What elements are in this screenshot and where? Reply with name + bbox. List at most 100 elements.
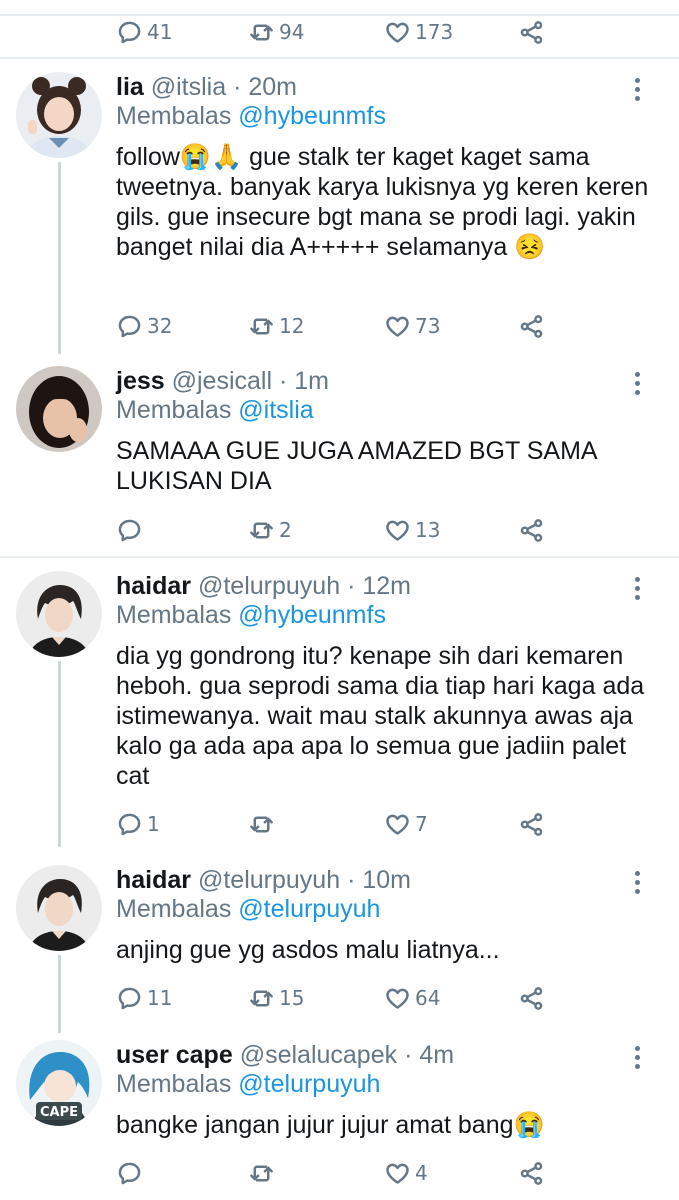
share-icon [520, 986, 543, 1010]
heart-icon [386, 316, 409, 337]
display-name[interactable]: lia [116, 73, 144, 101]
reply-tweet[interactable]: haidar @telurpuyuh · 12m Membalas @hybeu… [0, 571, 679, 847]
like-action[interactable]: 173 [384, 12, 453, 52]
reply-count: 1 [147, 812, 160, 836]
tweet-action-bar: 2 13 [0, 510, 679, 550]
user-handle[interactable]: @telurpuyuh [198, 572, 340, 600]
like-count: 4 [415, 1161, 428, 1185]
share-icon [520, 812, 543, 836]
avatar[interactable] [16, 571, 102, 657]
replying-prefix: Membalas [116, 396, 232, 424]
reply-action[interactable]: 32 [116, 306, 172, 346]
reply-tweet[interactable]: haidar @telurpuyuh · 10m Membalas @telur… [0, 865, 679, 1033]
display-name[interactable]: jess [116, 367, 165, 395]
avatar[interactable] [16, 865, 102, 951]
share-action[interactable] [518, 804, 545, 844]
tweet-header: haidar @telurpuyuh · 10m [116, 865, 411, 895]
share-icon [520, 518, 543, 542]
replying-prefix: Membalas [116, 1070, 232, 1098]
timestamp[interactable]: 4m [419, 1041, 454, 1069]
retweet-count: 2 [279, 518, 292, 542]
more-options-icon[interactable] [635, 1046, 641, 1073]
share-action[interactable] [518, 12, 545, 52]
like-action[interactable]: 7 [384, 804, 428, 844]
timestamp[interactable]: 1m [294, 367, 329, 395]
user-handle[interactable]: @selalucapek [240, 1041, 397, 1069]
tweet-header: user cape @selalucapek · 4m [116, 1040, 454, 1070]
replying-to-handle[interactable]: @itslia [238, 396, 313, 424]
reply-action[interactable]: 11 [116, 978, 172, 1018]
share-icon [520, 314, 543, 338]
reply-action[interactable]: 41 [116, 12, 172, 52]
tweet-text: follow😭🙏 gue stalk ter kaget kaget sama … [116, 143, 649, 261]
tweet-action-bar: 1 7 [0, 804, 679, 844]
heart-icon [386, 988, 409, 1009]
reply-count: 11 [147, 986, 173, 1010]
tweet-header: haidar @telurpuyuh · 12m [116, 571, 411, 601]
user-handle[interactable]: @jesicall [172, 367, 272, 395]
heart-icon [386, 520, 409, 541]
replying-to: Membalas @hybeunmfs [116, 600, 386, 630]
reply-tweet[interactable]: lia @itslia · 20m Membalas @hybeunmfs fo… [0, 72, 679, 354]
tweet-text: anjing gue yg asdos malu liatnya... [116, 936, 500, 964]
replying-to: Membalas @itslia [116, 395, 314, 425]
timestamp[interactable]: 12m [362, 572, 411, 600]
retweet-action[interactable]: 94 [248, 12, 304, 52]
share-action[interactable] [518, 510, 545, 550]
separator-dot: · [278, 367, 288, 395]
share-action[interactable] [518, 1153, 545, 1193]
like-action[interactable]: 13 [384, 510, 440, 550]
reply-action[interactable] [116, 1153, 147, 1193]
user-handle[interactable]: @itslia [151, 73, 226, 101]
retweet-action[interactable] [248, 804, 279, 844]
tweet-action-bar: 4 [0, 1153, 679, 1193]
like-action[interactable]: 4 [384, 1153, 428, 1193]
avatar[interactable]: CAPE [16, 1040, 102, 1126]
like-action[interactable]: 73 [384, 306, 440, 346]
like-action[interactable]: 64 [384, 978, 440, 1018]
replying-to-handle[interactable]: @hybeunmfs [238, 601, 386, 629]
display-name[interactable]: haidar [116, 866, 191, 894]
replying-prefix: Membalas [116, 102, 232, 130]
top-action-bar: 41 94 173 [0, 12, 679, 52]
replying-to: Membalas @hybeunmfs [116, 101, 386, 131]
more-options-icon[interactable] [635, 372, 641, 399]
tweet-header: lia @itslia · 20m [116, 72, 297, 102]
reply-action[interactable] [116, 510, 147, 550]
retweet-action[interactable]: 2 [248, 510, 292, 550]
replying-to-handle[interactable]: @telurpuyuh [238, 1070, 380, 1098]
retweet-action[interactable] [248, 1153, 279, 1193]
more-options-icon[interactable] [635, 577, 641, 604]
tweet-action-bar: 11 15 64 [0, 978, 679, 1018]
more-options-icon[interactable] [635, 78, 641, 105]
reply-tweet[interactable]: jess @jesicall · 1m Membalas @itslia SAM… [0, 366, 679, 550]
reply-icon [118, 315, 141, 337]
user-handle[interactable]: @telurpuyuh [198, 866, 340, 894]
timestamp[interactable]: 10m [362, 866, 411, 894]
replying-prefix: Membalas [116, 601, 232, 629]
like-count: 73 [415, 314, 441, 338]
avatar[interactable] [16, 366, 102, 452]
reply-tweet[interactable]: CAPE user cape @selalucapek · 4m Membala… [0, 1040, 679, 1200]
retweet-icon [250, 318, 273, 334]
reply-count: 41 [147, 20, 173, 44]
retweet-action[interactable]: 15 [248, 978, 304, 1018]
retweet-icon [250, 816, 273, 832]
share-action[interactable] [518, 306, 545, 346]
avatar[interactable] [16, 72, 102, 158]
reply-icon [118, 21, 141, 43]
replying-to-handle[interactable]: @hybeunmfs [238, 102, 386, 130]
retweet-icon [250, 1165, 273, 1181]
like-count: 13 [415, 518, 441, 542]
tweet-text: SAMAAA GUE JUGA AMAZED BGT SAMA LUKISAN … [116, 437, 597, 495]
like-count: 7 [415, 812, 428, 836]
share-action[interactable] [518, 978, 545, 1018]
replying-to-handle[interactable]: @telurpuyuh [238, 895, 380, 923]
display-name[interactable]: user cape [116, 1041, 233, 1069]
reply-action[interactable]: 1 [116, 804, 160, 844]
timestamp[interactable]: 20m [248, 73, 297, 101]
display-name[interactable]: haidar [116, 572, 191, 600]
share-icon [520, 20, 543, 44]
retweet-action[interactable]: 12 [248, 306, 304, 346]
more-options-icon[interactable] [635, 871, 641, 898]
